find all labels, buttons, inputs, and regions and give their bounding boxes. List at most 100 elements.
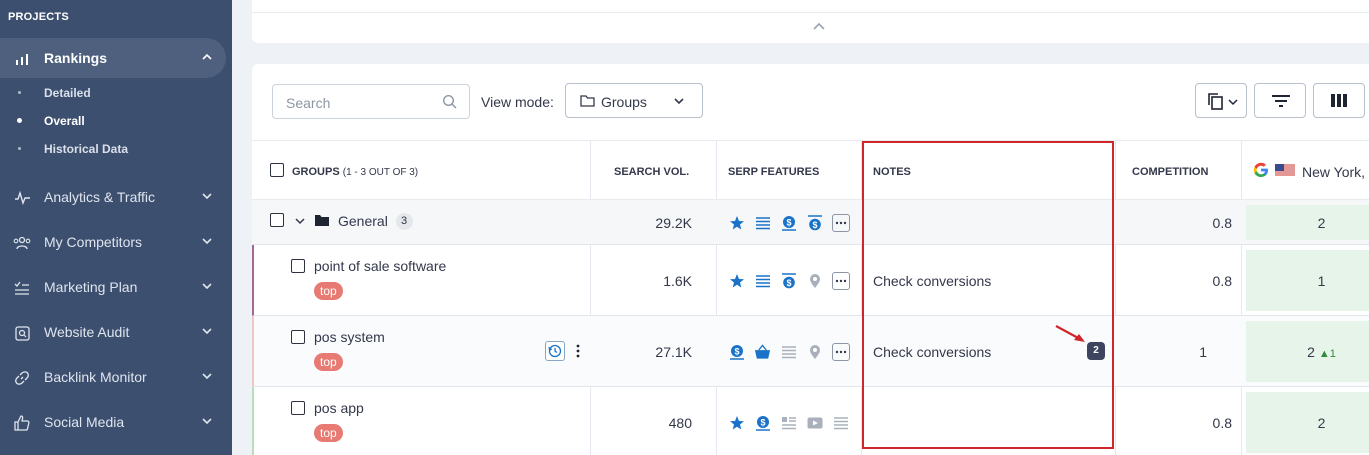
us-flag-icon [1275,164,1295,177]
more-features-button[interactable] [832,343,850,361]
row-checkbox[interactable] [291,259,305,273]
sidebar-subitem-overall[interactable]: Overall [44,114,85,128]
filter-icon [1272,95,1290,107]
sidebar-item-analytics-traffic[interactable]: Analytics & Traffic [0,177,226,217]
sidebar: PROJECTS Rankings Detailed Overall Histo… [0,0,232,455]
rank-value: 2 [1317,215,1326,231]
copy-dropdown-button[interactable] [1195,83,1247,118]
sidebar-item-marketing-plan[interactable]: Marketing Plan [0,267,226,307]
rank-number: 2 [1307,344,1315,360]
sidebar-item-label: Marketing Plan [44,279,138,295]
chevron-down-icon [202,193,212,200]
list-snippet-icon [832,414,849,431]
header-competition[interactable]: COMPETITION [1132,166,1208,178]
copy-icon [1208,93,1223,110]
chevron-down-icon [202,283,212,290]
row-checkbox[interactable] [270,213,284,227]
table-row[interactable]: pos system top 27.1K $ Check conversions… [252,316,1369,387]
sidebar-item-rankings[interactable]: Rankings [0,38,226,78]
bullet-icon [17,118,22,123]
list-snippet-icon [780,344,797,361]
select-all-checkbox[interactable] [270,163,284,177]
competition-value: 0.8 [1212,415,1232,431]
svg-text:$: $ [786,278,791,288]
google-icon [1253,162,1269,178]
collapse-chevron-icon[interactable] [812,20,826,32]
svg-text:$: $ [734,347,739,357]
chevron-down-icon [202,373,212,380]
rank-cell: 2 ▲1 [1246,321,1369,382]
table-row[interactable]: point of sale software top 1.6K $ Check … [252,245,1369,316]
header-location[interactable]: New York, [1302,164,1365,180]
competition-value: 1 [1199,344,1207,360]
tag-badge[interactable]: top [314,424,343,442]
more-features-button[interactable] [832,272,850,290]
header-groups[interactable]: GROUPS (1 - 3 OUT OF 3) [292,166,418,178]
rankings-table-card: Search View mode: Groups GROUPS (1 - 3 O… [252,64,1369,455]
search-box[interactable]: Search [272,84,470,119]
header-groups-label: GROUPS [292,166,340,178]
kebab-menu-icon[interactable] [576,344,580,358]
chevron-down-icon[interactable] [295,217,305,225]
sidebar-item-social-media[interactable]: Social Media [0,402,226,442]
more-features-button[interactable] [832,214,850,232]
sidebar-subitem-historical-data[interactable]: Historical Data [44,142,128,156]
competition-value: 0.8 [1212,273,1232,289]
folder-icon [315,215,329,226]
thumbs-up-icon [13,414,31,432]
header-groups-count: (1 - 3 OUT OF 3) [342,167,419,178]
list-snippet-icon [754,215,771,232]
audit-icon [13,324,31,342]
sidebar-item-backlink-monitor[interactable]: Backlink Monitor [0,357,226,397]
top-ads-icon: $ [780,273,797,290]
chevron-down-icon [202,328,212,335]
ads-icon: $ [780,215,797,232]
sidebar-item-label: Website Audit [44,324,130,340]
filter-button[interactable] [1254,83,1306,118]
group-row[interactable]: General 3 29.2K $ $ 0.8 2 [252,200,1369,245]
serp-features: $ $ [728,214,850,232]
ads-icon: $ [728,344,745,361]
table-row[interactable]: pos app top 480 $ 0.8 2 [252,387,1369,455]
competition-value: 0.8 [1212,215,1232,231]
collapsed-panel [252,0,1369,43]
rank-cell: 2 [1246,205,1369,240]
checklist-icon [13,279,31,297]
bar-chart-icon [13,50,31,68]
keyword-text: pos app [314,400,364,416]
search-icon [442,94,457,109]
users-icon [13,234,31,252]
tag-badge[interactable]: top [314,282,343,300]
rank-value: 2 [1317,415,1326,431]
sidebar-item-my-competitors[interactable]: My Competitors [0,222,226,262]
rank-value: 1 [1317,273,1326,289]
chevron-down-icon [674,98,684,105]
bullet-icon [18,91,21,94]
row-checkbox[interactable] [291,401,305,415]
table-header: GROUPS (1 - 3 OUT OF 3) SEARCH VOL. SERP… [252,140,1369,200]
sidebar-item-label: Rankings [44,50,108,66]
sidebar-item-website-audit[interactable]: Website Audit [0,312,226,352]
rank-cell: 1 [1246,250,1369,311]
view-mode-select[interactable]: Groups [565,83,703,118]
svg-text:$: $ [812,220,817,230]
search-input[interactable]: Search [286,95,330,111]
search-vol-value: 480 [668,415,692,431]
featured-star-icon [728,215,745,232]
serp-features: $ [728,414,849,431]
sidebar-subitem-detailed[interactable]: Detailed [44,86,91,100]
annotation-arrow-icon [1055,325,1085,342]
header-serp-features[interactable]: SERP FEATURES [728,166,819,178]
history-button[interactable] [545,341,565,361]
row-checkbox[interactable] [291,330,305,344]
map-pin-icon [806,273,823,290]
tag-badge[interactable]: top [314,353,343,371]
columns-button[interactable] [1313,83,1365,118]
view-mode-label: View mode: [481,94,554,110]
header-search-vol[interactable]: SEARCH VOL. [614,166,689,178]
rank-change: ▲1 [1318,348,1336,360]
ads-icon: $ [754,414,771,431]
pulse-icon [13,189,31,207]
folder-icon [580,95,595,107]
history-icon [548,344,562,358]
